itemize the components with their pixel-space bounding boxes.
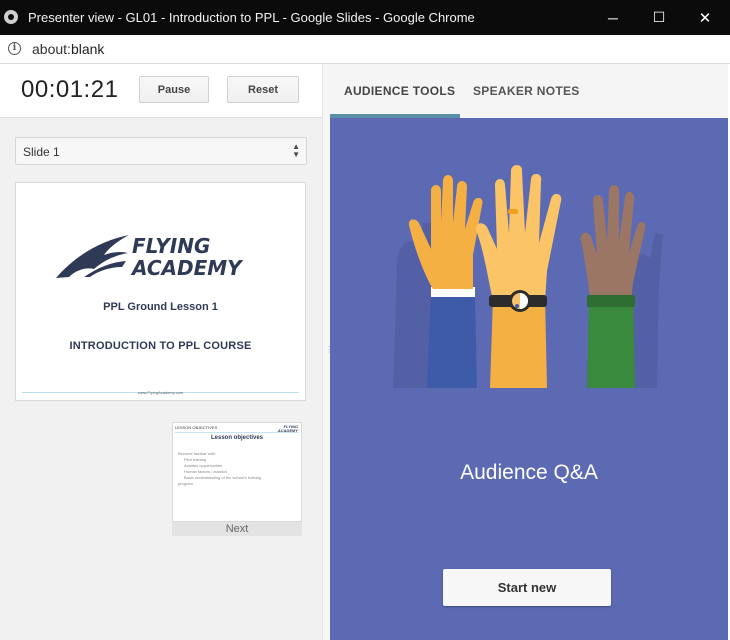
address-bar[interactable]: i about:blank bbox=[0, 35, 730, 64]
start-new-button[interactable]: Start new bbox=[443, 569, 611, 606]
tab-audience-tools[interactable]: AUDIENCE TOOLS bbox=[344, 84, 455, 98]
close-button[interactable]: ✕ bbox=[682, 0, 728, 35]
next-slide-preview[interactable]: LESSON OBJECTIVES FLYING ACADEMY Lesson … bbox=[172, 422, 302, 522]
next-slide-line: program bbox=[178, 481, 193, 486]
svg-text:ACADEMY: ACADEMY bbox=[130, 256, 244, 280]
next-slide-title: Lesson objectives bbox=[210, 435, 264, 441]
maximize-button[interactable]: ☐ bbox=[636, 0, 682, 35]
raised-hands-illustration bbox=[375, 165, 675, 413]
slide-select-value: Slide 1 bbox=[23, 145, 60, 159]
audience-tools-panel: Audience Q&A Start new bbox=[330, 118, 728, 640]
timer-display: 00:01:21 bbox=[21, 76, 119, 103]
next-slide-line: Aviation opportunities bbox=[184, 463, 223, 468]
chrome-icon bbox=[4, 10, 18, 24]
flying-academy-logo: FLYING ACADEMY bbox=[56, 234, 244, 280]
slide-select[interactable]: Slide 1 ▲ ▼ bbox=[15, 137, 307, 165]
updown-arrows-icon: ▲ ▼ bbox=[292, 142, 300, 159]
tab-speaker-notes[interactable]: SPEAKER NOTES bbox=[473, 84, 580, 98]
next-slide-line: Basic understanding of the school's trai… bbox=[184, 475, 262, 480]
title-bar: Presenter view - GL01 - Introduction to … bbox=[0, 0, 730, 35]
timer-bar: 00:01:21 Pause Reset bbox=[0, 64, 322, 118]
next-slide-line: Pilot training bbox=[184, 457, 207, 462]
next-slide-line: Become familiar with: bbox=[178, 451, 217, 456]
reset-button[interactable]: Reset bbox=[227, 76, 299, 103]
audience-qa-title: Audience Q&A bbox=[460, 461, 598, 484]
url-text[interactable]: about:blank bbox=[32, 41, 104, 57]
window-title: Presenter view - GL01 - Introduction to … bbox=[28, 10, 475, 25]
next-slide-divider bbox=[175, 432, 299, 433]
slide-footer-url: www.FlyingAcademy.com bbox=[137, 390, 184, 395]
minimize-button[interactable]: ─ bbox=[590, 0, 636, 35]
panel-resize-handle[interactable]: ⋮ bbox=[322, 64, 333, 640]
next-slide-label[interactable]: Next bbox=[172, 522, 302, 536]
url-scheme: about: bbox=[32, 41, 71, 57]
svg-text:FLYING: FLYING bbox=[132, 234, 210, 258]
current-slide-preview[interactable]: FLYING ACADEMY PPL Ground Lesson 1 INTRO… bbox=[15, 182, 306, 401]
url-host: blank bbox=[70, 41, 105, 57]
tab-bar: AUDIENCE TOOLS SPEAKER NOTES bbox=[330, 64, 728, 118]
next-slide-header: LESSON OBJECTIVES bbox=[175, 425, 218, 430]
slide-lesson-title: PPL Ground Lesson 1 bbox=[103, 301, 218, 313]
slide-course-title: INTRODUCTION TO PPL COURSE bbox=[69, 340, 252, 352]
info-icon[interactable]: i bbox=[8, 42, 21, 55]
next-slide-line: Human factors / aviation bbox=[184, 469, 228, 474]
presenter-left-panel: 00:01:21 Pause Reset Slide 1 ▲ ▼ FLYING A… bbox=[0, 64, 322, 640]
pause-button[interactable]: Pause bbox=[139, 76, 209, 103]
